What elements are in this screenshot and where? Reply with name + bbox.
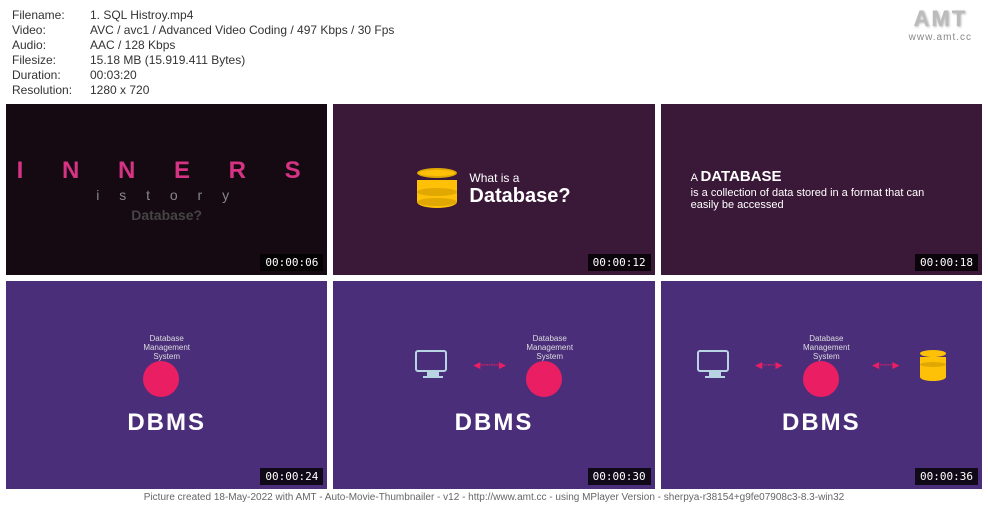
dbms-label: Database Management System [803,334,850,361]
thumbnail-2[interactable]: What is a Database? 00:00:12 [333,104,654,275]
meta-value-filename: 1. SQL Histroy.mp4 [90,8,976,22]
glitch-subtext: i s t o r y [17,187,317,203]
meta-label: Filename: [12,8,90,22]
meta-label: Resolution: [12,83,90,97]
amt-logo: AMT www.amt.cc [909,6,972,43]
meta-value-filesize: 15.18 MB (15.919.411 Bytes) [90,53,976,67]
text-prefix: A [691,172,698,184]
computer-icon [697,350,733,380]
meta-row-filename: Filename: 1. SQL Histroy.mp4 [12,8,976,22]
thumbnail-6[interactable]: ◄┄┄► Database Management System ◄┄┄► DBM… [661,281,982,489]
meta-value-duration: 00:03:20 [90,68,976,82]
thumbnail-4[interactable]: Database Management System DBMS 00:00:24 [6,281,327,489]
arrow-icon: ◄┄┄► [753,358,783,372]
meta-row-video: Video: AVC / avc1 / Advanced Video Codin… [12,23,976,37]
metadata-panel: Filename: 1. SQL Histroy.mp4 Video: AVC … [0,0,988,104]
meta-row-audio: Audio: AAC / 128 Kbps [12,38,976,52]
circle-icon [143,361,179,397]
glitch-db: Database? [17,207,317,223]
dbms-text: DBMS [127,409,206,437]
text-bold: DATABASE [700,168,781,185]
thumbnail-1[interactable]: I N N E R S i s t o r y Database? 00:00:… [6,104,327,275]
dbms-row: Database Management System [143,334,190,397]
timestamp: 00:00:30 [588,468,651,485]
footer-text: Picture created 18-May-2022 with AMT - A… [0,489,988,506]
text-body: is a collection of data stored in a form… [691,187,952,211]
timestamp: 00:00:24 [260,468,323,485]
database-icon [417,168,457,212]
thumb-content: A DATABASE is a collection of data store… [661,168,982,211]
glitch-text: I N N E R S [17,157,317,185]
dbms-node: Database Management System [803,334,850,397]
text-small: What is a [469,171,570,185]
meta-value-resolution: 1280 x 720 [90,83,976,97]
meta-row-filesize: Filesize: 15.18 MB (15.919.411 Bytes) [12,53,976,67]
thumbnail-grid: I N N E R S i s t o r y Database? 00:00:… [0,104,988,489]
text-head: A DATABASE [691,168,952,185]
thumb-content: What is a Database? [417,168,570,212]
thumbnail-5[interactable]: ◄┄┄┄► Database Management System DBMS 00… [333,281,654,489]
dbms-text: DBMS [782,409,861,437]
dbms-label: Database Management System [526,334,573,361]
circle-icon [803,361,839,397]
meta-label: Filesize: [12,53,90,67]
app-container: Filename: 1. SQL Histroy.mp4 Video: AVC … [0,0,988,506]
meta-value-video: AVC / avc1 / Advanced Video Coding / 497… [90,23,976,37]
logo-text: AMT [909,6,972,32]
dbms-row: ◄┄┄┄► Database Management System [415,334,573,397]
text-big: Database? [469,185,570,208]
arrow-icon: ◄┄┄┄► [471,358,506,372]
meta-label: Duration: [12,68,90,82]
timestamp: 00:00:18 [915,254,978,271]
timestamp: 00:00:06 [260,254,323,271]
thumbnail-3[interactable]: A DATABASE is a collection of data store… [661,104,982,275]
arrow-icon: ◄┄┄► [870,358,900,372]
circle-icon [526,361,562,397]
meta-label: Audio: [12,38,90,52]
dbms-row: ◄┄┄► Database Management System ◄┄┄► [697,334,946,397]
meta-row-resolution: Resolution: 1280 x 720 [12,83,976,97]
computer-icon [415,350,451,380]
dbms-node: Database Management System [526,334,573,397]
dbms-label: Database Management System [143,334,190,361]
thumb-text: What is a Database? [469,171,570,208]
database-icon [920,350,946,380]
meta-label: Video: [12,23,90,37]
thumb-content: I N N E R S i s t o r y Database? [17,157,317,223]
timestamp: 00:00:36 [915,468,978,485]
meta-row-duration: Duration: 00:03:20 [12,68,976,82]
logo-url: www.amt.cc [909,32,972,43]
meta-value-audio: AAC / 128 Kbps [90,38,976,52]
dbms-node: Database Management System [143,334,190,397]
timestamp: 00:00:12 [588,254,651,271]
dbms-text: DBMS [455,409,534,437]
